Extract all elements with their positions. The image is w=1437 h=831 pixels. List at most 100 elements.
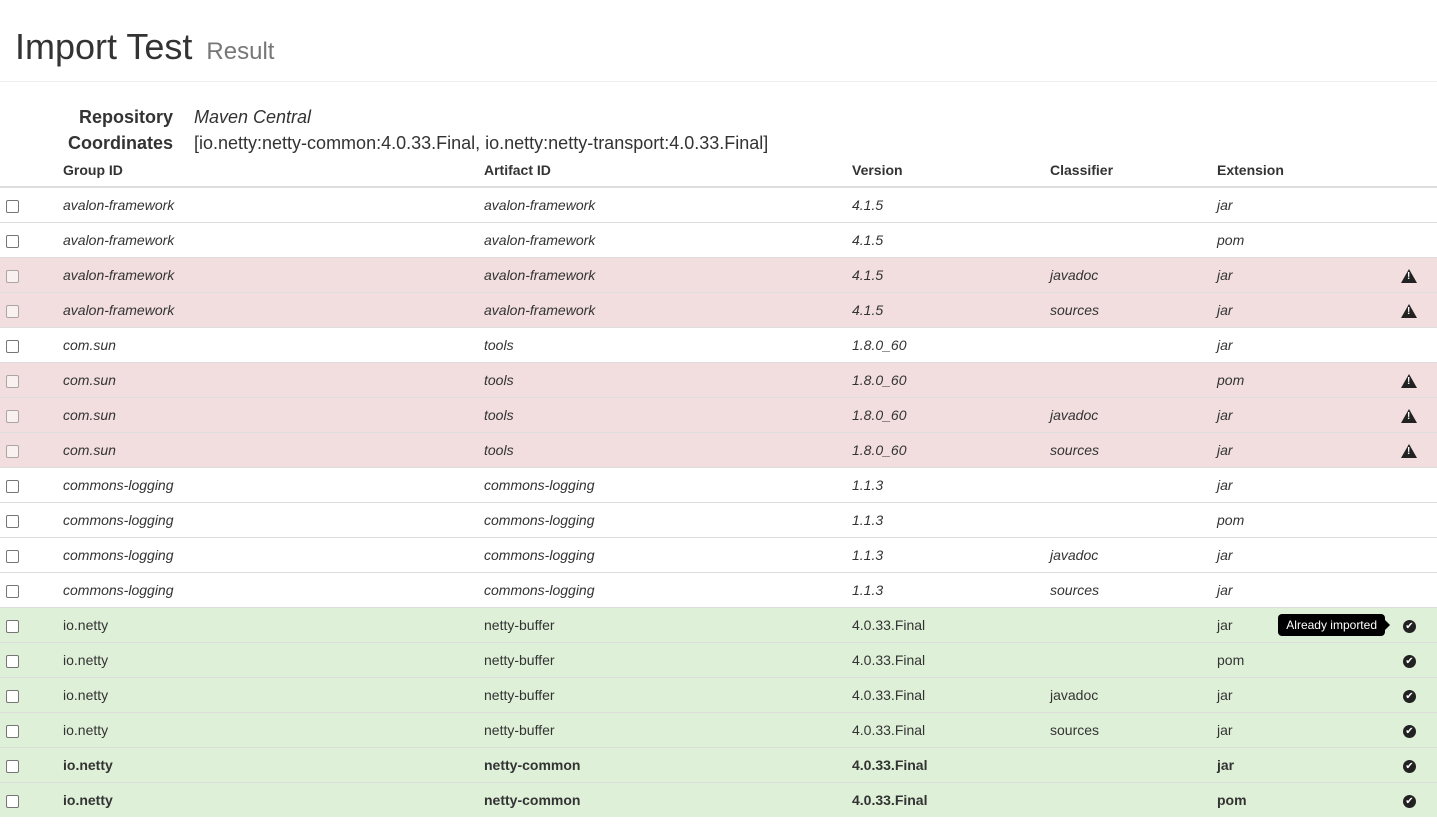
select-cell	[0, 222, 63, 258]
row-checkbox[interactable]	[6, 199, 19, 213]
select-cell	[0, 572, 63, 608]
artifact-id-cell: tools	[484, 362, 852, 398]
repository-label: Repository	[78, 106, 173, 127]
row-checkbox[interactable]	[6, 514, 19, 528]
version-cell: 1.1.3	[852, 502, 1050, 538]
row-checkbox[interactable]	[6, 584, 19, 598]
version-cell: 4.1.5	[852, 292, 1050, 328]
extension-value: jar	[1217, 757, 1235, 773]
row-checkbox[interactable]	[6, 374, 19, 388]
artifact-id-cell: commons-logging	[484, 537, 852, 573]
warning-icon	[1401, 304, 1417, 319]
group-id-cell: com.sun	[63, 362, 484, 398]
extension-value: jar	[1217, 687, 1233, 703]
extension-value: pom	[1217, 232, 1245, 248]
artifact-id-cell: avalon-framework	[484, 222, 852, 258]
row-checkbox[interactable]	[6, 339, 19, 353]
extension-status-cell: pom	[1217, 502, 1437, 538]
table-row: io.netty netty-buffer 4.0.33.Final sources j…	[0, 712, 1437, 748]
artifact-id-cell: netty-buffer	[484, 642, 852, 678]
group-id-cell: com.sun	[63, 327, 484, 363]
row-checkbox[interactable]	[6, 619, 19, 633]
group-id-cell: io.netty	[63, 677, 484, 713]
extension-value: jar	[1217, 301, 1233, 318]
select-cell	[0, 537, 63, 573]
artifact-id-cell: avalon-framework	[484, 292, 852, 328]
extension-status-cell: jar ✔	[1217, 677, 1437, 713]
classifier-cell	[1050, 467, 1217, 503]
row-checkbox[interactable]	[6, 724, 19, 738]
artifact-id-cell: netty-buffer	[484, 712, 852, 748]
extension-status-cell: jar ✔	[1217, 747, 1437, 783]
extension-status-cell: jar	[1217, 467, 1437, 503]
classifier-cell	[1050, 747, 1217, 783]
group-id-cell: avalon-framework	[63, 257, 484, 293]
version-cell: 4.1.5	[852, 186, 1050, 223]
select-cell	[0, 327, 63, 363]
classifier-cell: javadoc	[1050, 257, 1217, 293]
select-cell	[0, 362, 63, 398]
group-id-cell: io.netty	[63, 712, 484, 748]
table-row: commons-logging commons-logging 1.1.3 sourc…	[0, 572, 1437, 608]
table-row: commons-logging commons-logging 1.1.3 jar	[0, 467, 1437, 503]
row-checkbox[interactable]	[6, 234, 19, 248]
check-circle-icon: ✔	[1403, 794, 1416, 808]
artifact-id-cell: netty-common	[484, 782, 852, 817]
select-cell	[0, 397, 63, 433]
classifier-cell: sources	[1050, 712, 1217, 748]
row-checkbox[interactable]	[6, 444, 19, 458]
artifact-id-cell: tools	[484, 327, 852, 363]
row-checkbox[interactable]	[6, 794, 19, 808]
table-row: avalon-framework avalon-framework 4.1.5 sou…	[0, 292, 1437, 328]
select-cell	[0, 782, 63, 817]
warning-icon	[1401, 374, 1417, 389]
classifier-cell	[1050, 186, 1217, 223]
classifier-cell: sources	[1050, 432, 1217, 468]
classifier-cell: sources	[1050, 572, 1217, 608]
column-header-version: Version	[852, 154, 1050, 188]
version-cell: 4.0.33.Final	[852, 677, 1050, 713]
row-checkbox[interactable]	[6, 409, 19, 423]
select-cell	[0, 467, 63, 503]
version-cell: 4.1.5	[852, 222, 1050, 258]
page-header: Import Test Result	[0, 0, 1437, 82]
check-circle-icon: ✔	[1403, 759, 1416, 773]
row-checkbox[interactable]	[6, 654, 19, 668]
extension-status-cell: pom	[1217, 222, 1437, 258]
classifier-cell	[1050, 222, 1217, 258]
version-cell: 4.0.33.Final	[852, 782, 1050, 817]
row-checkbox[interactable]	[6, 479, 19, 493]
version-cell: 1.1.3	[852, 572, 1050, 608]
coordinates-value: [io.netty:netty-common:4.0.33.Final, io.…	[194, 132, 769, 153]
table-row: com.sun tools 1.8.0_60 sources jar	[0, 432, 1437, 468]
table-row: io.netty netty-common 4.0.33.Final pom ✔	[0, 782, 1437, 817]
table-header-row: Group ID Artifact ID Version Classifier …	[0, 154, 1437, 188]
row-checkbox[interactable]	[6, 269, 19, 283]
column-header-classifier: Classifier	[1050, 154, 1217, 188]
classifier-cell: javadoc	[1050, 677, 1217, 713]
select-cell	[0, 186, 63, 223]
warning-icon	[1401, 444, 1417, 459]
row-checkbox[interactable]	[6, 759, 19, 773]
coordinates-label: Coordinates	[67, 132, 173, 153]
table-row: com.sun tools 1.8.0_60 pom	[0, 362, 1437, 398]
artifact-id-cell: commons-logging	[484, 572, 852, 608]
group-id-cell: commons-logging	[63, 502, 484, 538]
artifact-id-cell: netty-common	[484, 747, 852, 783]
row-checkbox[interactable]	[6, 689, 19, 703]
select-cell	[0, 607, 63, 643]
row-checkbox[interactable]	[6, 304, 19, 318]
row-checkbox[interactable]	[6, 549, 19, 563]
classifier-cell: javadoc	[1050, 397, 1217, 433]
group-id-cell: io.netty	[63, 607, 484, 643]
title-text: Import Test	[15, 26, 193, 67]
version-cell: 1.1.3	[852, 537, 1050, 573]
extension-status-cell: pom	[1217, 362, 1437, 398]
select-cell	[0, 502, 63, 538]
page-title: Import Test Result	[15, 0, 1422, 71]
group-id-cell: avalon-framework	[63, 222, 484, 258]
column-header-group-id: Group ID	[63, 154, 484, 188]
extension-value: jar	[1217, 197, 1233, 213]
extension-value: jar	[1217, 477, 1233, 493]
artifact-id-cell: tools	[484, 432, 852, 468]
